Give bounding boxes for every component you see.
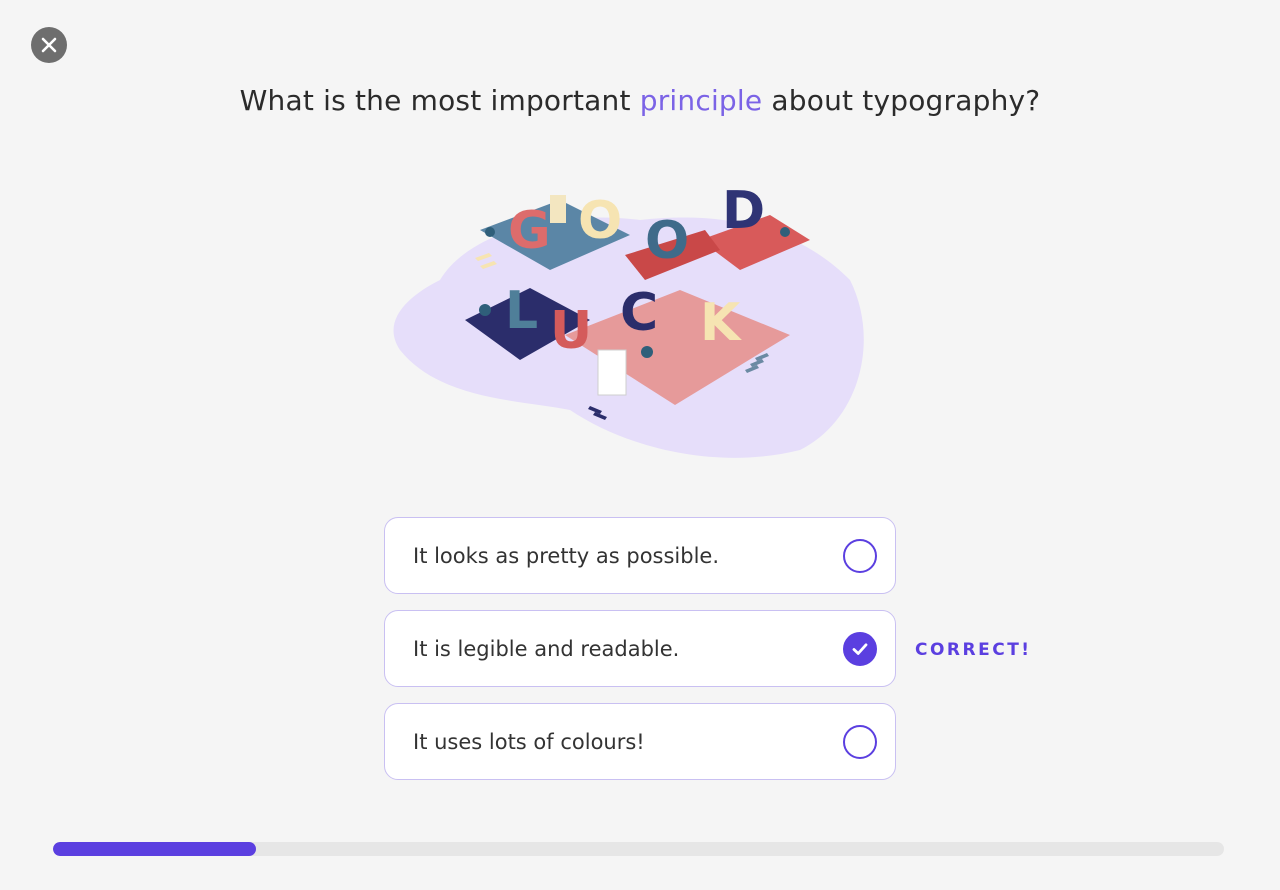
good-luck-illustration: G O O D L U C K bbox=[393, 181, 864, 458]
close-button[interactable] bbox=[31, 27, 67, 63]
answer-label: It uses lots of colours! bbox=[413, 729, 645, 754]
letter-u: U bbox=[550, 301, 592, 361]
checkmark-icon bbox=[852, 642, 868, 655]
letter-o-2: O bbox=[645, 211, 689, 271]
answer-label: It looks as pretty as possible. bbox=[413, 543, 720, 568]
answer-option[interactable]: It uses lots of colours! bbox=[384, 703, 896, 780]
correct-feedback: CORRECT! bbox=[915, 639, 1032, 660]
progress-fill bbox=[53, 842, 256, 856]
radio-unchecked-icon[interactable] bbox=[843, 724, 877, 759]
radio-checked-icon[interactable] bbox=[843, 631, 877, 666]
letter-c: C bbox=[620, 283, 658, 343]
quiz-page: What is the most important principle abo… bbox=[0, 0, 1280, 890]
answer-option[interactable]: It looks as pretty as possible. bbox=[384, 517, 896, 594]
letter-k: K bbox=[700, 293, 742, 353]
radio-unchecked-icon[interactable] bbox=[843, 538, 877, 573]
question-text: What is the most important principle abo… bbox=[0, 84, 1280, 117]
letter-l: L bbox=[505, 281, 538, 341]
question-suffix: about typography? bbox=[762, 84, 1041, 117]
letter-o-1: O bbox=[578, 191, 622, 251]
letter-d: D bbox=[722, 181, 765, 241]
question-highlight: principle bbox=[639, 84, 763, 117]
progress-bar bbox=[53, 842, 1224, 856]
answer-options: It looks as pretty as possible. It is le… bbox=[384, 517, 1029, 796]
close-icon bbox=[41, 37, 57, 53]
answer-option-selected[interactable]: It is legible and readable. CORRECT! bbox=[384, 610, 1029, 687]
letter-g: G bbox=[508, 201, 551, 261]
answer-label: It is legible and readable. bbox=[413, 636, 680, 661]
question-prefix: What is the most important bbox=[239, 84, 640, 117]
